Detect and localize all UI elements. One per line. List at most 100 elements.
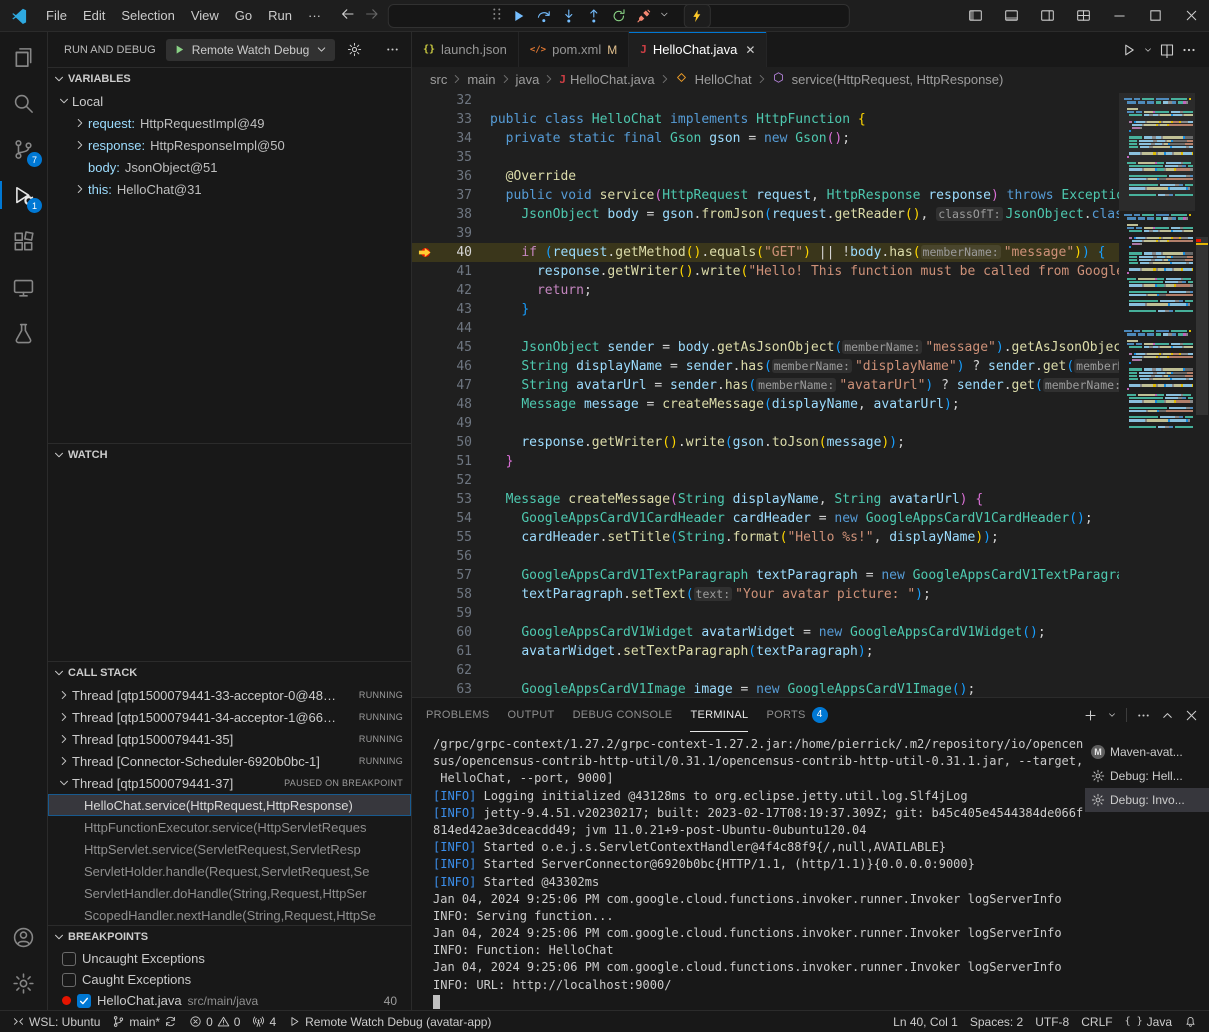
code-line[interactable]: 34 private static final Gson gson = new … <box>412 129 1119 148</box>
variable-row[interactable]: body:JsonObject@51 <box>48 156 411 178</box>
activitybar-search[interactable] <box>0 80 47 126</box>
breadcrumb-item[interactable]: HelloChat <box>673 71 754 87</box>
gutter-glyph[interactable] <box>412 661 438 680</box>
code-line[interactable]: 55 cardHeader.setTitle(String.format("He… <box>412 528 1119 547</box>
debug-toolbar-grip[interactable] <box>488 6 504 25</box>
tab-pom.xml[interactable]: </>pom.xmlM <box>519 32 629 67</box>
status-language[interactable]: { }Java <box>1119 1011 1178 1032</box>
code-line[interactable]: 62 <box>412 661 1119 680</box>
gutter-glyph[interactable] <box>412 129 438 148</box>
debug-config-select[interactable]: Remote Watch Debug <box>166 39 336 61</box>
status-debug-session[interactable]: Remote Watch Debug (avatar-app) <box>282 1011 497 1032</box>
code-text[interactable]: return; <box>472 281 1119 300</box>
code-line[interactable]: 43 } <box>412 300 1119 319</box>
code-line[interactable]: 41 response.getWriter().write("Hello! Th… <box>412 262 1119 281</box>
gutter-glyph[interactable] <box>412 91 438 110</box>
activitybar-accounts[interactable] <box>0 914 47 960</box>
callstack-thread[interactable]: Thread [qtp1500079441-33-acceptor-0@48…R… <box>48 684 411 706</box>
gutter-glyph[interactable] <box>412 395 438 414</box>
split-editor-button[interactable] <box>1159 42 1175 58</box>
gutter-glyph[interactable] <box>412 319 438 338</box>
breakpoint-row[interactable]: Uncaught Exceptions <box>48 948 411 969</box>
callstack-frame[interactable]: HttpFunctionExecutor.service(HttpServlet… <box>48 816 411 838</box>
gutter-glyph[interactable] <box>412 604 438 623</box>
code-text[interactable]: @Override <box>472 167 1119 186</box>
debug-step-into-button[interactable] <box>557 5 580 27</box>
variable-row[interactable]: this:HelloChat@31 <box>48 178 411 200</box>
breadcrumb-item[interactable]: src <box>428 72 449 87</box>
gutter-glyph[interactable] <box>412 680 438 697</box>
variables-header[interactable]: VARIABLES <box>48 68 411 90</box>
callstack-frame[interactable]: ServletHandler.doHandle(String,Request,H… <box>48 882 411 904</box>
terminal-output[interactable]: /grpc/grpc-context/1.27.2/grpc-context-1… <box>412 732 1085 1010</box>
code-line[interactable]: 36 @Override <box>412 167 1119 186</box>
maximize-button[interactable] <box>1137 0 1173 31</box>
code-line[interactable]: 33public class HelloChat implements Http… <box>412 110 1119 129</box>
code-text[interactable]: response.getWriter().write(gson.toJson(m… <box>472 433 1119 452</box>
code-text[interactable]: private static final Gson gson = new Gso… <box>472 129 1119 148</box>
scrollbar-thumb[interactable] <box>1196 237 1208 415</box>
code-text[interactable]: public class HelloChat implements HttpFu… <box>472 110 1119 129</box>
tab-HelloChat.java[interactable]: JHelloChat.java✕ <box>629 32 767 67</box>
minimize-button[interactable] <box>1101 0 1137 31</box>
breadcrumb-item[interactable]: main <box>465 72 497 87</box>
gutter-glyph[interactable] <box>412 300 438 319</box>
menu-edit[interactable]: Edit <box>75 8 113 23</box>
status-eol[interactable]: CRLF <box>1075 1011 1118 1032</box>
debug-restart-button[interactable] <box>607 5 630 27</box>
code-area[interactable]: 3233public class HelloChat implements Ht… <box>412 91 1119 697</box>
code-line[interactable]: 44 <box>412 319 1119 338</box>
callstack-frame[interactable]: HttpServlet.service(ServletRequest,Servl… <box>48 838 411 860</box>
code-line[interactable]: 47 String avatarUrl = sender.has(memberN… <box>412 376 1119 395</box>
panel-tab-problems[interactable]: PROBLEMS <box>426 698 490 732</box>
toggle-panel-button[interactable] <box>993 0 1029 31</box>
code-line[interactable]: 35 <box>412 148 1119 167</box>
debug-settings-gear-button[interactable] <box>345 40 363 60</box>
close-button[interactable] <box>1173 0 1209 31</box>
status-remote[interactable]: WSL: Ubuntu <box>6 1011 106 1032</box>
run-dropdown-chevron-icon[interactable] <box>1143 45 1153 55</box>
code-text[interactable] <box>472 148 1119 167</box>
code-text[interactable] <box>472 471 1119 490</box>
gutter-glyph[interactable] <box>412 642 438 661</box>
code-text[interactable]: public void service(HttpRequest request,… <box>472 186 1119 205</box>
breakpoints-header[interactable]: BREAKPOINTS <box>48 926 411 948</box>
code-line[interactable]: 60 GoogleAppsCardV1Widget avatarWidget =… <box>412 623 1119 642</box>
variable-row[interactable]: request:HttpRequestImpl@49 <box>48 112 411 134</box>
close-panel-button[interactable] <box>1184 708 1199 723</box>
code-line[interactable]: 59 <box>412 604 1119 623</box>
menu-file[interactable]: File <box>38 8 75 23</box>
code-text[interactable]: textParagraph.setText(text:"Your avatar … <box>472 585 1119 604</box>
code-line[interactable]: 50 response.getWriter().write(gson.toJso… <box>412 433 1119 452</box>
code-text[interactable] <box>472 224 1119 243</box>
gutter-glyph[interactable] <box>412 547 438 566</box>
breakpoint-checkbox[interactable] <box>62 952 76 966</box>
gutter-glyph[interactable] <box>412 585 438 604</box>
code-text[interactable]: GoogleAppsCardV1CardHeader cardHeader = … <box>472 509 1119 528</box>
status-encoding[interactable]: UTF-8 <box>1029 1011 1075 1032</box>
gutter-glyph[interactable] <box>412 471 438 490</box>
code-line[interactable]: 38 JsonObject body = gson.fromJson(reque… <box>412 205 1119 224</box>
menu-run[interactable]: Run <box>260 8 300 23</box>
callstack-frame[interactable]: HelloChat.service(HttpRequest,HttpRespon… <box>48 794 411 816</box>
menu-go[interactable]: Go <box>227 8 260 23</box>
code-text[interactable] <box>472 604 1119 623</box>
customize-layout-button[interactable] <box>1065 0 1101 31</box>
breakpoint-row[interactable]: Caught Exceptions <box>48 969 411 990</box>
code-line[interactable]: 58 textParagraph.setText(text:"Your avat… <box>412 585 1119 604</box>
activitybar-testing[interactable] <box>0 310 47 356</box>
gutter-glyph[interactable] <box>412 376 438 395</box>
panel-tab-output[interactable]: OUTPUT <box>508 698 555 732</box>
gutter-glyph[interactable] <box>412 186 438 205</box>
status-cursor-position[interactable]: Ln 40, Col 1 <box>887 1011 964 1032</box>
command-center[interactable] <box>387 4 849 28</box>
maximize-panel-button[interactable] <box>1160 708 1175 723</box>
breadcrumb-item[interactable]: JHelloChat.java <box>557 72 656 87</box>
code-line[interactable]: 48 Message message = createMessage(displ… <box>412 395 1119 414</box>
code-line[interactable]: 56 <box>412 547 1119 566</box>
debug-step-over-button[interactable] <box>532 5 555 27</box>
run-java-button[interactable] <box>1121 42 1137 58</box>
new-terminal-button[interactable] <box>1083 708 1098 723</box>
code-line[interactable]: 40 if (request.getMethod().equals("GET")… <box>412 243 1119 262</box>
activitybar-run-and-debug[interactable]: 1 <box>0 172 47 218</box>
